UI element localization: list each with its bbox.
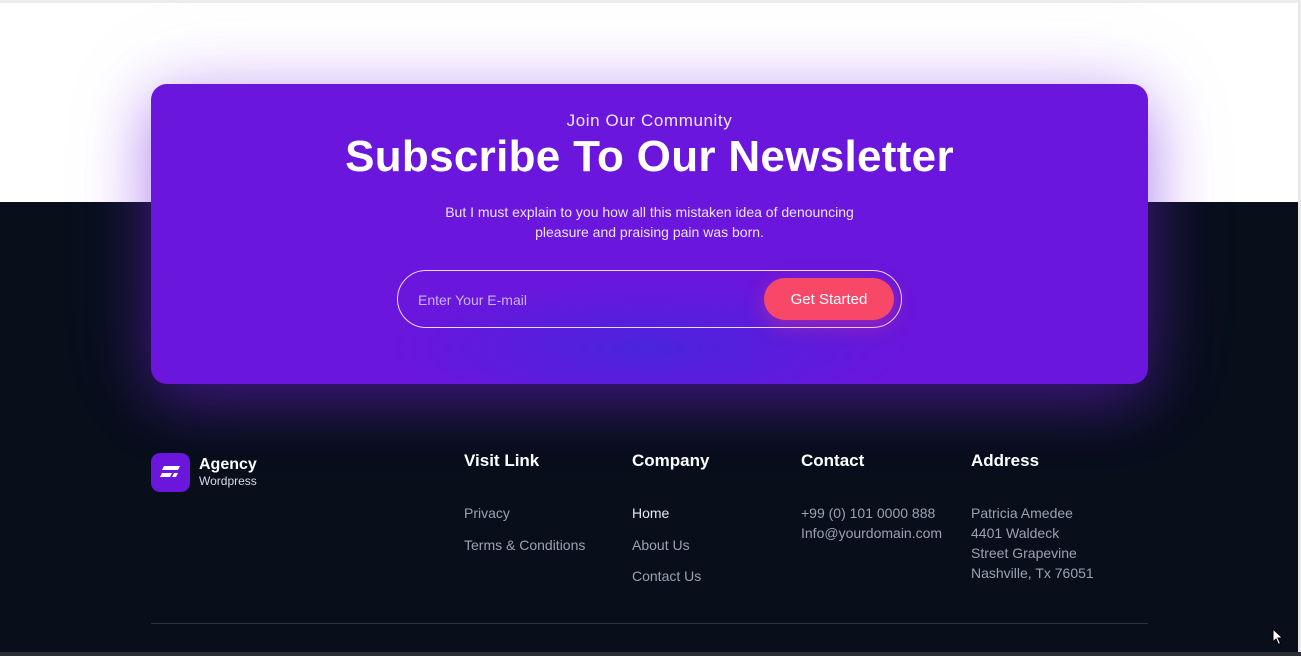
visit-link-heading: Visit Link (464, 451, 540, 470)
get-started-button[interactable]: Get Started (764, 278, 894, 320)
footer-column-contact: Contact +99 (0) 101 0000 888 Info@yourdo… (801, 451, 942, 543)
newsletter-description-line-1: But I must explain to you how all this m… (445, 204, 854, 220)
contact-phone[interactable]: +99 (0) 101 0000 888 (801, 503, 942, 523)
contact-heading: Contact (801, 451, 865, 470)
newsletter-description-line-2: pleasure and praising pain was born. (535, 224, 764, 240)
bottom-taskbar-strip (0, 652, 1301, 656)
footer-link-home[interactable]: Home (632, 503, 709, 523)
address-line: 4401 Waldeck (971, 525, 1060, 541)
newsletter-title: Subscribe To Our Newsletter (345, 132, 954, 181)
footer-column-visit-link: Visit Link Privacy Terms & Conditions (464, 451, 585, 566)
footer-link-terms[interactable]: Terms & Conditions (464, 535, 585, 555)
footer-divider (151, 623, 1148, 624)
footer-link-privacy[interactable]: Privacy (464, 503, 585, 523)
email-input[interactable] (418, 289, 748, 311)
company-heading: Company (632, 451, 710, 470)
address-heading: Address (971, 451, 1040, 470)
contact-email[interactable]: Info@yourdomain.com (801, 523, 942, 543)
mouse-cursor-icon (1272, 627, 1284, 651)
address-line: Patricia Amedee (971, 505, 1073, 521)
brand-subtitle: Wordpress (199, 474, 257, 488)
newsletter-card: Join Our Community Subscribe To Our News… (151, 84, 1148, 384)
address-line: Street Grapevine (971, 545, 1077, 561)
footer-brand[interactable]: Agency Wordpress (151, 453, 291, 493)
footer-link-contact-us[interactable]: Contact Us (632, 566, 709, 586)
newsletter-kicker: Join Our Community (566, 111, 733, 130)
footer-column-company: Company Home About Us Contact Us (632, 451, 709, 598)
newsletter-description: But I must explain to you how all this m… (431, 202, 868, 242)
agency-logo-icon (151, 453, 190, 492)
footer-link-about-us[interactable]: About Us (632, 535, 709, 555)
footer-column-address: Address Patricia Amedee 4401 Waldeck Str… (971, 451, 1094, 583)
address-line: Nashville, Tx 76051 (971, 565, 1094, 581)
brand-name: Agency (199, 456, 257, 473)
newsletter-form: Get Started (397, 270, 902, 328)
